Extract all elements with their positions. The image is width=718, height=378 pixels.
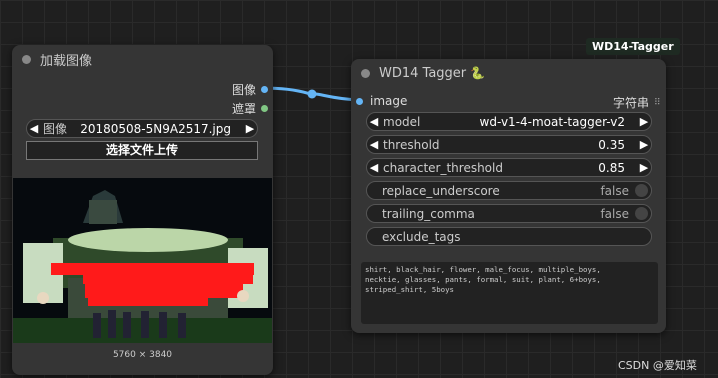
replace-underscore-value: false	[600, 183, 629, 198]
model-select[interactable]: ◀ model wd-v1-4-moat-tagger-v2 ▶	[366, 112, 652, 131]
character-threshold-number[interactable]: ◀ character_threshold 0.85 ▶	[366, 158, 652, 177]
node-badge: WD14-Tagger	[586, 38, 680, 55]
collapse-dot-icon[interactable]	[22, 54, 31, 64]
watermark: CSDN @爱知菜	[618, 359, 697, 372]
trailing-comma-label: trailing_comma	[382, 206, 475, 221]
output-image-socket[interactable]	[261, 86, 269, 93]
arrow-left-icon[interactable]: ◀	[367, 161, 381, 174]
wd14-tagger-header[interactable]: WD14 Tagger 🐍	[351, 59, 666, 87]
input-image-label: image	[370, 94, 408, 108]
toggle-knob-icon[interactable]	[635, 207, 648, 220]
wd14-tagger-title: WD14 Tagger	[379, 65, 467, 81]
output-mask[interactable]: 遮罩	[232, 100, 269, 117]
trailing-comma-value: false	[600, 206, 629, 221]
threshold-label: threshold	[383, 137, 440, 152]
replace-underscore-label: replace_underscore	[382, 183, 500, 198]
output-image-label: 图像	[232, 83, 257, 97]
output-mask-label: 遮罩	[232, 102, 257, 116]
tags-output-textarea[interactable]: shirt, black_hair, flower, male_focus, m…	[361, 262, 658, 324]
exclude-tags-input[interactable]: exclude_tags	[366, 227, 652, 246]
arrow-left-icon[interactable]: ◀	[27, 122, 41, 135]
exclude-tags-label: exclude_tags	[382, 229, 461, 244]
image-select-value: 20180508-5N9A2517.jpg	[80, 121, 231, 136]
output-image[interactable]: 图像	[232, 81, 269, 98]
arrow-left-icon[interactable]: ◀	[367, 115, 381, 128]
output-mask-socket[interactable]	[261, 105, 269, 112]
model-value: wd-v1-4-moat-tagger-v2	[479, 114, 625, 129]
image-dimensions: 5760 × 3840	[112, 350, 173, 360]
preview-picture	[13, 178, 272, 343]
upload-button[interactable]: 选择文件上传	[26, 141, 258, 160]
load-image-title: 加载图像	[40, 53, 93, 69]
toggle-knob-icon[interactable]	[635, 184, 648, 197]
arrow-left-icon[interactable]: ◀	[367, 138, 381, 151]
replace-underscore-toggle[interactable]: replace_underscore false	[366, 181, 652, 200]
arrow-right-icon[interactable]: ▶	[243, 122, 257, 135]
image-select-widget[interactable]: ◀ 图像 20180508-5N9A2517.jpg ▶	[26, 119, 258, 138]
character-threshold-value: 0.85	[598, 160, 625, 175]
grid-socket-icon[interactable]: ⠿	[654, 98, 661, 108]
model-label: model	[383, 114, 421, 129]
arrow-right-icon[interactable]: ▶	[637, 138, 651, 151]
trailing-comma-toggle[interactable]: trailing_comma false	[366, 204, 652, 223]
threshold-value: 0.35	[598, 137, 625, 152]
input-image-socket[interactable]	[356, 97, 363, 105]
arrow-right-icon[interactable]: ▶	[637, 115, 651, 128]
output-string[interactable]: 字符串 ⠿	[613, 94, 661, 111]
threshold-number[interactable]: ◀ threshold 0.35 ▶	[366, 135, 652, 154]
image-select-label: 图像	[43, 122, 68, 136]
snake-icon: 🐍	[470, 66, 486, 80]
load-image-header[interactable]: 加载图像	[12, 45, 273, 73]
output-string-label: 字符串	[613, 96, 650, 110]
collapse-dot-icon[interactable]	[361, 68, 370, 78]
input-image[interactable]: image	[356, 94, 407, 108]
arrow-right-icon[interactable]: ▶	[637, 161, 651, 174]
image-preview	[13, 178, 272, 343]
character-threshold-label: character_threshold	[383, 160, 503, 175]
